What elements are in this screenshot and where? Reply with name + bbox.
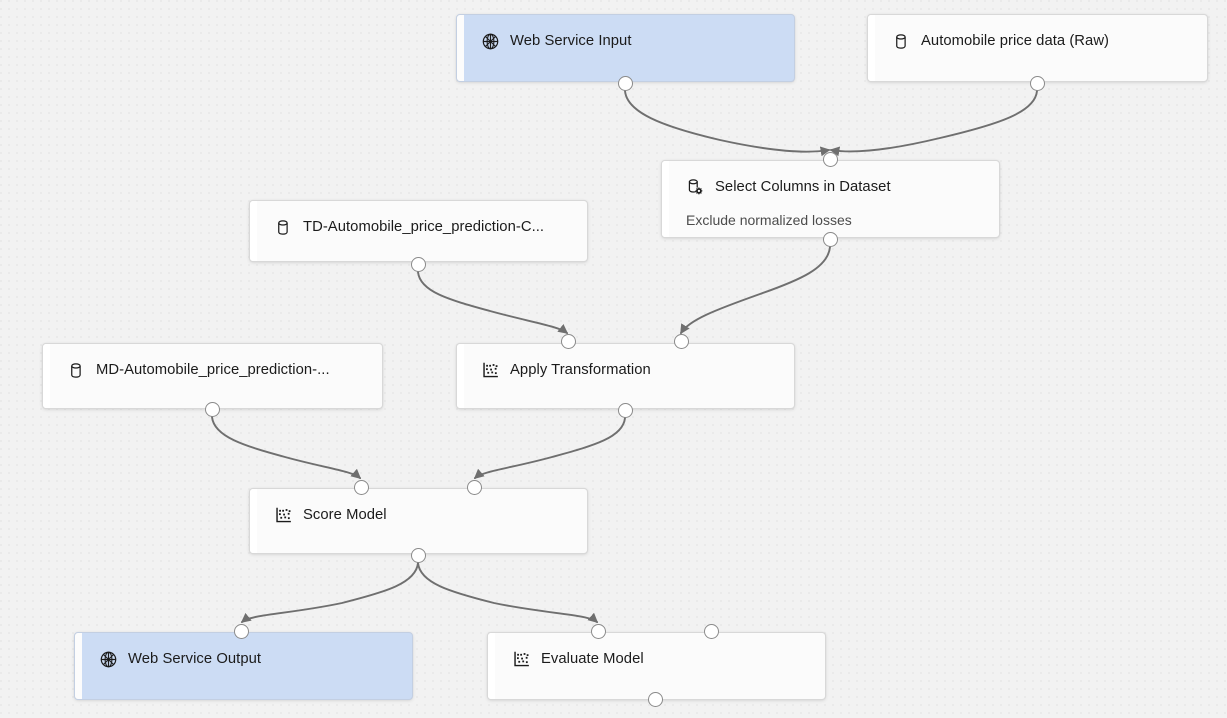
apply-transformation-input-port-1[interactable] xyxy=(561,334,576,349)
edge-apply-transformation-to-score-model[interactable] xyxy=(475,418,625,478)
edge-score-model-to-evaluate-model[interactable] xyxy=(418,563,597,622)
scatter-module-icon xyxy=(481,361,500,380)
node-left-accent-bar xyxy=(250,489,257,553)
node-header: Select Columns in Dataset xyxy=(669,161,999,213)
score-model-output-port[interactable] xyxy=(411,548,426,563)
node-left-accent-bar xyxy=(662,161,669,237)
globe-icon xyxy=(99,650,118,669)
node-header: Web Service Input xyxy=(464,15,794,67)
pipeline-canvas[interactable]: Web Service Input Automobile price data (… xyxy=(0,0,1227,718)
node-header: Score Model xyxy=(257,489,587,541)
node-automobile-price-data-raw[interactable]: Automobile price data (Raw) xyxy=(867,14,1208,82)
automobile-price-data-output-port[interactable] xyxy=(1030,76,1045,91)
node-left-accent-bar xyxy=(43,344,50,408)
apply-transformation-input-port-2[interactable] xyxy=(674,334,689,349)
node-left-accent-bar xyxy=(457,344,464,408)
td-dataset-output-port[interactable] xyxy=(411,257,426,272)
evaluate-model-output-port[interactable] xyxy=(648,692,663,707)
node-score-model[interactable]: Score Model xyxy=(249,488,588,554)
globe-icon xyxy=(481,32,500,51)
select-columns-output-port[interactable] xyxy=(823,232,838,247)
edge-web-service-input-to-select-columns[interactable] xyxy=(625,91,829,152)
node-td-automobile-price-prediction[interactable]: TD-Automobile_price_prediction-C... xyxy=(249,200,588,262)
node-web-service-output[interactable]: Web Service Output xyxy=(74,632,413,700)
node-left-accent-bar xyxy=(75,633,82,699)
node-title: Web Service Input xyxy=(510,33,631,49)
score-model-input-port-2[interactable] xyxy=(467,480,482,495)
node-apply-transformation[interactable]: Apply Transformation xyxy=(456,343,795,409)
node-web-service-input[interactable]: Web Service Input xyxy=(456,14,795,82)
node-header: TD-Automobile_price_prediction-C... xyxy=(257,201,587,253)
node-header: Evaluate Model xyxy=(495,633,825,685)
dataset-gear-icon xyxy=(686,178,705,197)
node-header: Apply Transformation xyxy=(464,344,794,396)
dataset-cylinder-icon xyxy=(892,32,911,51)
node-title: TD-Automobile_price_prediction-C... xyxy=(303,219,544,235)
edge-automobile-data-to-select-columns[interactable] xyxy=(831,91,1037,152)
node-header: MD-Automobile_price_prediction-... xyxy=(50,344,382,396)
web-service-output-input-port[interactable] xyxy=(234,624,249,639)
scatter-module-icon xyxy=(512,650,531,669)
edge-select-columns-to-apply-transformation[interactable] xyxy=(681,247,830,333)
node-header: Automobile price data (Raw) xyxy=(875,15,1207,67)
edge-md-dataset-to-score-model[interactable] xyxy=(212,417,360,478)
node-select-columns-in-dataset[interactable]: Select Columns in Dataset Exclude normali… xyxy=(661,160,1000,238)
node-title: Automobile price data (Raw) xyxy=(921,33,1109,49)
evaluate-model-input-port-2[interactable] xyxy=(704,624,719,639)
apply-transformation-output-port[interactable] xyxy=(618,403,633,418)
node-left-accent-bar xyxy=(488,633,495,699)
node-title: Apply Transformation xyxy=(510,362,651,378)
node-left-accent-bar xyxy=(457,15,464,81)
node-title: MD-Automobile_price_prediction-... xyxy=(96,362,330,378)
node-subtitle: Exclude normalized losses xyxy=(686,212,852,228)
edge-score-model-to-web-service-output[interactable] xyxy=(242,563,418,622)
node-header: Web Service Output xyxy=(82,633,412,685)
node-title: Web Service Output xyxy=(128,651,261,667)
web-service-input-output-port[interactable] xyxy=(618,76,633,91)
node-title: Evaluate Model xyxy=(541,651,644,667)
dataset-cylinder-icon xyxy=(274,218,293,237)
node-title: Score Model xyxy=(303,507,387,523)
score-model-input-port-1[interactable] xyxy=(354,480,369,495)
evaluate-model-input-port-1[interactable] xyxy=(591,624,606,639)
node-md-automobile-price-prediction[interactable]: MD-Automobile_price_prediction-... xyxy=(42,343,383,409)
node-left-accent-bar xyxy=(868,15,875,81)
node-title: Select Columns in Dataset xyxy=(715,179,891,195)
node-evaluate-model[interactable]: Evaluate Model xyxy=(487,632,826,700)
select-columns-input-port[interactable] xyxy=(823,152,838,167)
node-left-accent-bar xyxy=(250,201,257,261)
dataset-cylinder-icon xyxy=(67,361,86,380)
edge-td-dataset-to-apply-transformation[interactable] xyxy=(418,272,567,333)
scatter-module-icon xyxy=(274,506,293,525)
md-dataset-output-port[interactable] xyxy=(205,402,220,417)
